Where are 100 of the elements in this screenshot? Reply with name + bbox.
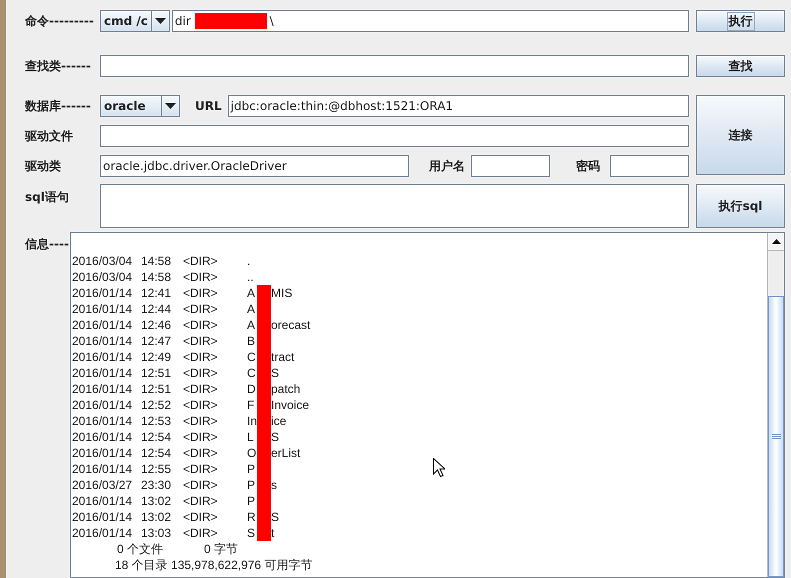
time-text: 12:53 <box>141 413 172 429</box>
date-text: 2016/01/14 <box>72 413 134 429</box>
time-text: 14:58 <box>141 269 172 285</box>
type-text: <DIR> <box>183 397 219 413</box>
field-label: 命令--------- <box>25 12 95 30</box>
time-text: 12:44 <box>141 301 172 317</box>
url-field[interactable]: jdbc:oracle:thin:@dbhost:1521:ORA1 <box>228 95 689 117</box>
execute-sql-button[interactable]: 执行sql <box>696 184 785 228</box>
name-text: . <box>247 253 252 269</box>
time-text: 12:52 <box>141 397 172 413</box>
search-button[interactable]: 查找 <box>696 55 785 77</box>
date-text: 2016/01/14 <box>72 445 134 461</box>
password-label: 密码 <box>575 158 600 174</box>
time-text: 12:55 <box>141 461 172 477</box>
name-text: P <box>247 477 256 493</box>
name-text: In <box>247 413 258 429</box>
summary-text: 0 字节 <box>204 541 238 557</box>
name-text: D <box>247 381 257 397</box>
date-text: 2016/01/14 <box>72 381 134 397</box>
time-text: 14:58 <box>141 253 172 269</box>
time-text: 13:03 <box>141 525 172 541</box>
type-text: <DIR> <box>183 253 219 269</box>
name-text: S <box>271 429 280 445</box>
name-text: S <box>247 525 256 541</box>
date-text: 2016/01/14 <box>72 333 134 349</box>
time-text: 12:54 <box>141 429 172 445</box>
field-label: 数据库------ <box>25 98 92 114</box>
name-text: S <box>271 365 280 381</box>
time-text: 12:54 <box>141 445 172 461</box>
date-text: 2016/01/14 <box>72 461 134 477</box>
field-label: 查找类------ <box>25 58 92 74</box>
type-text: <DIR> <box>183 301 219 317</box>
field-label: 驱动类 <box>25 158 62 174</box>
time-text: 13:02 <box>141 493 172 509</box>
name-text: C <box>247 365 257 381</box>
date-text: 2016/01/14 <box>72 285 134 301</box>
name-text: F <box>247 397 256 413</box>
name-text: S <box>271 509 280 525</box>
type-text: <DIR> <box>183 525 219 541</box>
name-text: tract <box>271 349 294 365</box>
name-text: A <box>247 285 256 301</box>
name-text: t <box>271 525 274 541</box>
summary-text: 18 个目录 135,978,622,976 可用字节 <box>115 557 312 573</box>
url-label: URL <box>195 99 222 113</box>
type-text: <DIR> <box>183 461 219 477</box>
name-text: erList <box>271 445 300 461</box>
username-label: 用户名 <box>429 158 465 174</box>
name-text: orecast <box>271 317 310 333</box>
date-text: 2016/01/14 <box>72 429 134 445</box>
type-text: <DIR> <box>183 445 219 461</box>
name-text: B <box>247 333 256 349</box>
shell-dropdown[interactable]: cmd /c <box>100 10 170 32</box>
execute-button[interactable]: 执行 <box>696 10 785 32</box>
name-text: s <box>271 477 277 493</box>
type-text: <DIR> <box>183 509 219 525</box>
date-text: 2016/01/14 <box>72 301 134 317</box>
type-text: <DIR> <box>183 493 219 509</box>
command-field[interactable]: dir \ <box>172 10 689 32</box>
database-dropdown[interactable]: oracle <box>100 95 180 117</box>
name-text: C <box>247 349 257 365</box>
time-text: 12:46 <box>141 317 172 333</box>
name-text: P <box>247 493 256 509</box>
time-text: 12:51 <box>141 381 172 397</box>
date-text: 2016/01/14 <box>72 397 134 413</box>
time-text: 12:41 <box>141 285 172 301</box>
date-text: 2016/01/14 <box>72 317 134 333</box>
time-text: 12:51 <box>141 365 172 381</box>
name-text: L <box>247 429 255 445</box>
type-text: <DIR> <box>183 477 219 493</box>
driver-class-field[interactable]: oracle.jdbc.driver.OracleDriver <box>100 155 409 177</box>
name-text: .. <box>247 269 255 285</box>
output-label: 信息---- <box>25 236 70 253</box>
date-text: 2016/03/04 <box>72 269 134 285</box>
field-label: sql语句 <box>25 189 70 206</box>
field-label: 驱动文件 <box>25 128 74 144</box>
type-text: <DIR> <box>183 365 219 381</box>
date-text: 2016/01/14 <box>72 525 134 541</box>
summary-text: 0 个文件 <box>117 541 164 557</box>
date-text: 2016/01/14 <box>72 365 134 381</box>
name-text: MIS <box>271 285 292 301</box>
time-text: 23:30 <box>141 477 172 493</box>
name-text: ice <box>271 413 286 429</box>
type-text: <DIR> <box>183 285 219 301</box>
type-text: <DIR> <box>183 349 219 365</box>
type-text: <DIR> <box>183 333 219 349</box>
time-text: 12:49 <box>141 349 172 365</box>
name-text: R <box>247 509 257 525</box>
name-text: Invoice <box>271 397 310 413</box>
name-text: A <box>247 301 256 317</box>
type-text: <DIR> <box>183 413 219 429</box>
time-text: 13:02 <box>141 509 172 525</box>
name-text: P <box>247 461 256 477</box>
type-text: <DIR> <box>183 317 219 333</box>
date-text: 2016/03/27 <box>72 477 134 493</box>
type-text: <DIR> <box>183 381 219 397</box>
name-text: patch <box>271 381 300 397</box>
date-text: 2016/01/14 <box>72 493 134 509</box>
connect-button[interactable]: 连接 <box>696 95 785 175</box>
date-text: 2016/03/04 <box>72 253 134 269</box>
date-text: 2016/01/14 <box>72 509 134 525</box>
